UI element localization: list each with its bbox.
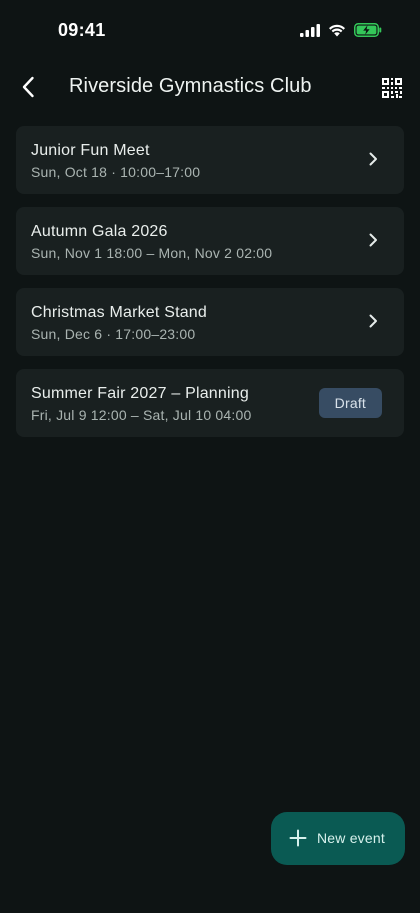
event-title: Junior Fun Meet	[31, 142, 150, 159]
status-time: 09:41	[58, 20, 106, 40]
qr-code-icon	[382, 78, 402, 98]
event-card-summer-fair[interactable]: Summer Fair 2027 – Planning Fri, Jul 9 1…	[16, 369, 404, 437]
chevron-right-icon	[369, 314, 377, 328]
event-card-christmas-market[interactable]: Christmas Market Stand Sun, Dec 6 · 17:0…	[16, 288, 404, 356]
event-list: Junior Fun Meet Sun, Oct 18 · 10:00–17:0…	[16, 126, 404, 450]
status-bar: 09:41	[0, 0, 420, 60]
plus-icon	[289, 829, 307, 847]
wifi-icon	[328, 24, 346, 42]
app-header: Riverside Gymnastics Club	[0, 64, 420, 110]
event-card-autumn-gala[interactable]: Autumn Gala 2026 Sun, Nov 1 18:00 – Mon,…	[16, 207, 404, 275]
event-date: Sun, Oct 18 · 10:00–17:00	[31, 164, 201, 180]
event-card-junior-fun-meet[interactable]: Junior Fun Meet Sun, Oct 18 · 10:00–17:0…	[16, 126, 404, 194]
event-date: Fri, Jul 9 12:00 – Sat, Jul 10 04:00	[31, 407, 252, 423]
new-event-button[interactable]: New event	[271, 812, 405, 865]
chevron-right-icon	[369, 233, 377, 247]
draft-badge: Draft	[318, 388, 382, 418]
battery-charging-icon	[354, 23, 382, 42]
back-button[interactable]	[12, 70, 44, 104]
event-date: Sun, Nov 1 18:00 – Mon, Nov 2 02:00	[31, 245, 273, 261]
new-event-label: New event	[317, 830, 385, 846]
event-title: Autumn Gala 2026	[31, 223, 168, 240]
chevron-right-icon	[369, 152, 377, 166]
status-icons	[300, 23, 382, 42]
chevron-left-icon	[22, 76, 34, 98]
page-title: Riverside Gymnastics Club	[69, 75, 312, 97]
event-title: Christmas Market Stand	[31, 304, 208, 321]
event-title: Summer Fair 2027 – Planning	[31, 385, 249, 402]
qr-code-button[interactable]	[376, 72, 408, 104]
event-date: Sun, Dec 6 · 17:00–23:00	[31, 326, 196, 342]
cellular-signal-icon	[300, 23, 320, 42]
